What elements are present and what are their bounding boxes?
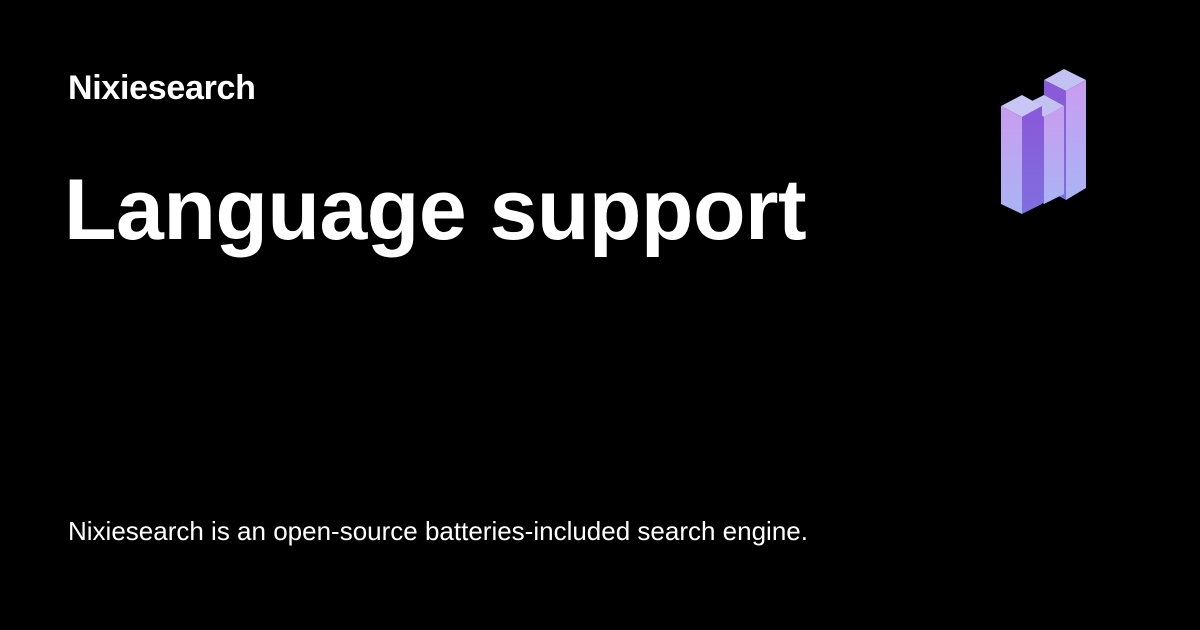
- social-card: Nixiesearch Language support Nixiesearch…: [0, 0, 1200, 630]
- site-description: Nixiesearch is an open-source batteries-…: [68, 516, 808, 546]
- site-name: Nixiesearch: [68, 69, 256, 107]
- nixiesearch-logo-icon: [1001, 69, 1086, 214]
- page-title: Language support: [64, 162, 807, 258]
